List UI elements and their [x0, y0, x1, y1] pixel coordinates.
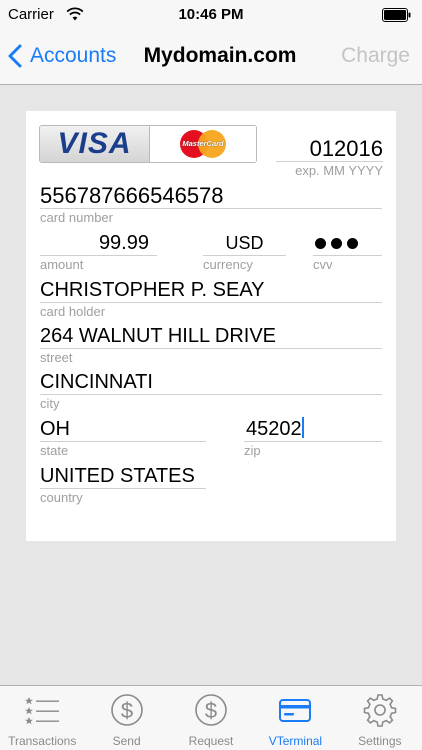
- country-input[interactable]: UNITED STATES: [40, 463, 206, 489]
- tab-settings[interactable]: Settings: [338, 686, 422, 750]
- street-field[interactable]: 264 WALNUT HILL DRIVE street: [40, 323, 382, 366]
- status-bar: Carrier 10:46 PM: [0, 0, 422, 30]
- svg-text:$: $: [120, 698, 132, 723]
- card-holder-label: card holder: [40, 304, 106, 319]
- dollar-icon: $: [110, 694, 143, 726]
- amount-label: amount: [40, 257, 84, 272]
- country-field[interactable]: UNITED STATES country: [40, 463, 206, 506]
- mastercard-icon: MasterCard: [180, 130, 226, 158]
- navigation-bar: Accounts Mydomain.com Charge: [0, 30, 422, 85]
- card-number-label: card number: [40, 210, 113, 225]
- state-input[interactable]: OH: [40, 416, 206, 442]
- expiry-label: exp. MM YYYY: [295, 163, 383, 178]
- tab-request-label: Request: [188, 734, 234, 748]
- cvv-input[interactable]: [313, 230, 382, 256]
- tab-bar: Transactions $ Send $ Request VTerminal …: [0, 685, 422, 750]
- card-holder-field[interactable]: CHRISTOPHER P. SEAY card holder: [40, 277, 382, 320]
- credit-card-icon: [279, 699, 312, 722]
- visa-logo[interactable]: VISA: [40, 126, 150, 162]
- cvv-label: cvv: [313, 257, 333, 272]
- state-label: state: [40, 443, 69, 458]
- tab-vterminal-label: VTerminal: [268, 734, 323, 748]
- currency-field[interactable]: USD currency: [203, 230, 286, 273]
- card-number-input[interactable]: 556787666546578: [40, 183, 382, 209]
- country-label: country: [40, 490, 83, 505]
- tab-send[interactable]: $ Send: [84, 686, 168, 750]
- amount-field[interactable]: 99.99 amount: [40, 230, 157, 273]
- city-input[interactable]: CINCINNATI: [40, 369, 382, 395]
- cvv-mask-dot: [331, 237, 342, 249]
- state-field[interactable]: OH state: [40, 416, 206, 459]
- currency-label: currency: [203, 257, 253, 272]
- gear-icon: [363, 694, 397, 727]
- street-label: street: [40, 350, 73, 365]
- amount-input[interactable]: 99.99: [40, 230, 157, 256]
- city-field[interactable]: CINCINNATI city: [40, 369, 382, 412]
- tab-send-label: Send: [112, 734, 141, 748]
- tab-request[interactable]: $ Request: [169, 686, 253, 750]
- tab-settings-label: Settings: [358, 734, 402, 748]
- expiry-field[interactable]: 012016 exp. MM YYYY: [276, 136, 383, 179]
- card-number-field[interactable]: 556787666546578 card number: [40, 183, 382, 226]
- zip-input[interactable]: 45202: [244, 416, 382, 442]
- back-button-label: Accounts: [30, 44, 117, 67]
- card-holder-input[interactable]: CHRISTOPHER P. SEAY: [40, 277, 382, 303]
- text-caret: [301, 417, 304, 438]
- card-type-selector[interactable]: VISA MasterCard: [39, 125, 257, 163]
- mastercard-logo[interactable]: MasterCard: [150, 126, 256, 162]
- cvv-mask-dot: [347, 237, 358, 249]
- cvv-mask: [313, 230, 382, 256]
- tab-transactions[interactable]: Transactions: [0, 686, 84, 750]
- expiry-input[interactable]: 012016: [276, 136, 383, 162]
- cvv-mask-dot: [315, 237, 326, 249]
- zip-label: zip: [244, 443, 261, 458]
- dollar-icon: $: [195, 694, 227, 726]
- tab-vterminal[interactable]: VTerminal: [253, 686, 337, 750]
- street-input[interactable]: 264 WALNUT HILL DRIVE: [40, 323, 382, 349]
- cvv-field[interactable]: cvv: [313, 230, 382, 273]
- page-title-text: Mydomain.com: [143, 44, 297, 67]
- currency-input[interactable]: USD: [203, 230, 286, 256]
- zip-field[interactable]: 45202 zip: [244, 416, 382, 459]
- city-label: city: [40, 396, 60, 411]
- list-icon: [25, 697, 60, 725]
- back-button[interactable]: Accounts: [8, 40, 116, 72]
- svg-text:$: $: [205, 698, 217, 723]
- battery-icon: [382, 8, 411, 22]
- chevron-left-icon: [8, 44, 22, 68]
- zip-input-text: 45202: [246, 418, 302, 440]
- visa-logo-text: VISA: [57, 127, 132, 160]
- status-time: 10:46 PM: [178, 6, 244, 23]
- card-form: VISA MasterCard 012016 exp. MM YYYY 5567…: [26, 111, 396, 541]
- charge-button[interactable]: Charge: [341, 44, 410, 68]
- mastercard-logo-text: MasterCard: [182, 139, 224, 148]
- tab-transactions-label: Transactions: [8, 734, 77, 748]
